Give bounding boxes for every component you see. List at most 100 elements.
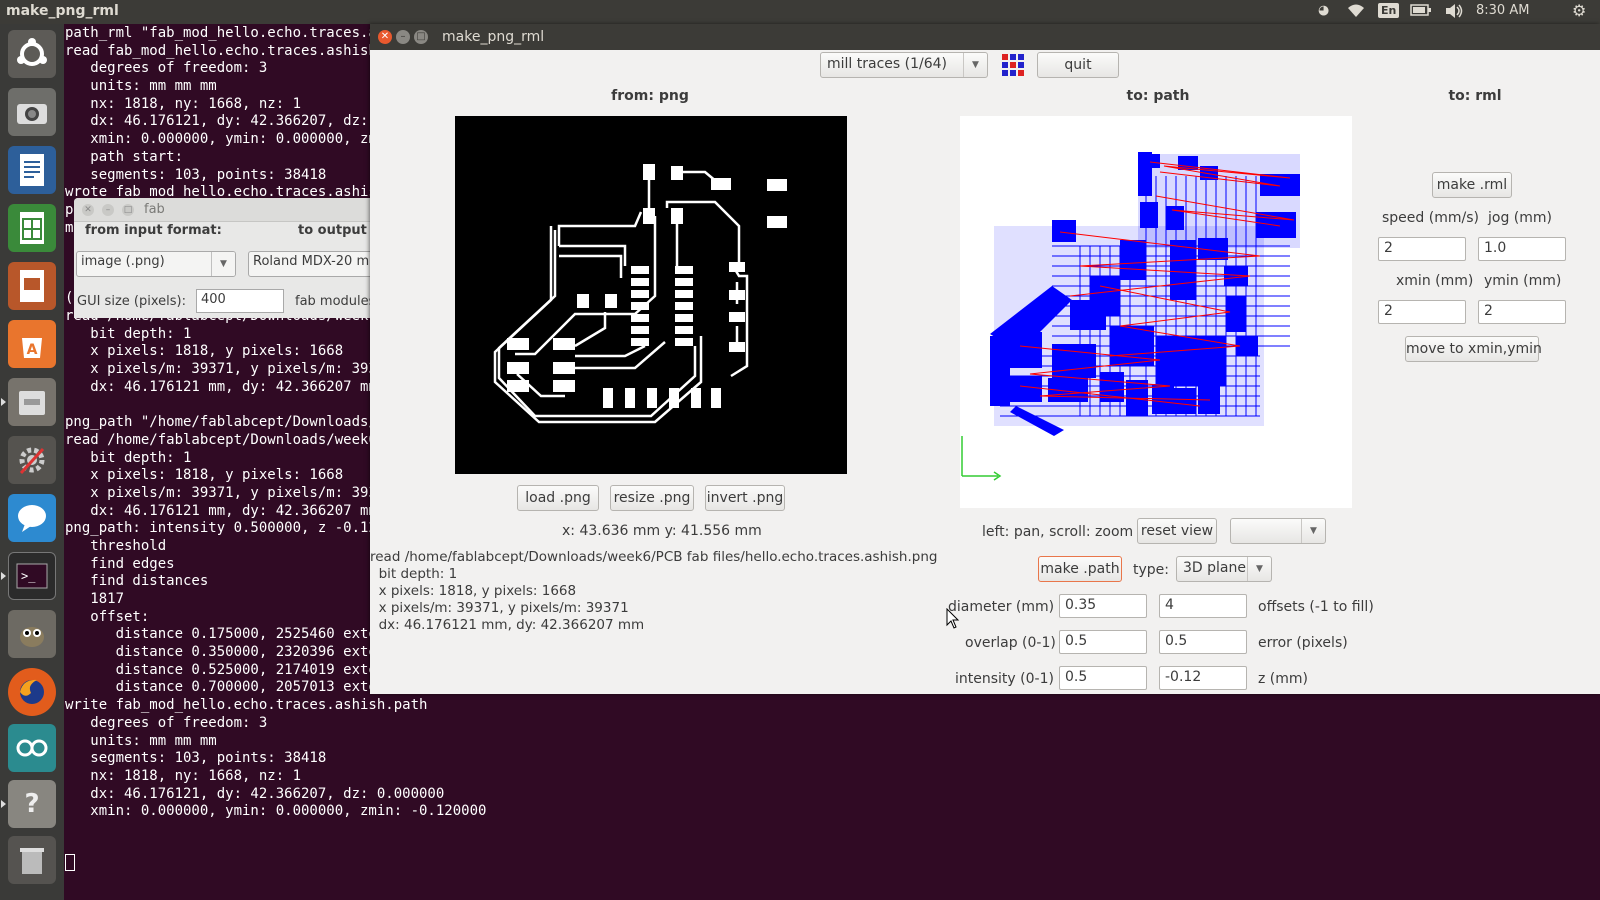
z-input[interactable]: -0.12: [1159, 666, 1247, 690]
output-format-label: to output format:: [298, 223, 374, 238]
firefox-icon[interactable]: [8, 668, 56, 716]
z-label: z (mm): [1258, 671, 1308, 687]
ubuntu-dash-icon[interactable]: [8, 30, 56, 78]
svg-text:A: A: [27, 342, 38, 358]
clock[interactable]: 8:30 AM: [1476, 3, 1529, 18]
diameter-label: diameter (mm): [948, 599, 1055, 615]
terminal-line: dx: 46.176121, dy: 42.366207, dz: 0.0000…: [65, 785, 445, 802]
maximize-icon[interactable]: □: [414, 30, 428, 44]
intensity-input[interactable]: 0.5: [1059, 666, 1147, 690]
pcb-trace-image: [493, 164, 787, 424]
main-window-title: make_png_rml: [442, 29, 545, 45]
xmin-label: xmin (mm): [1396, 273, 1474, 289]
battery-icon[interactable]: [1410, 3, 1432, 21]
chevron-down-icon: ▼: [963, 53, 987, 77]
close-icon[interactable]: ✕: [82, 204, 94, 216]
overlap-label: overlap (0-1): [965, 635, 1056, 651]
overlap-input[interactable]: 0.5: [1059, 630, 1147, 654]
running-indicator: [1, 398, 6, 406]
png-preview-canvas[interactable]: [455, 116, 847, 474]
terminal-line: units: mm mm mm: [65, 732, 217, 749]
libreoffice-calc-icon[interactable]: [8, 204, 56, 252]
input-format-label: from input format:: [85, 223, 222, 238]
error-label: error (pixels): [1258, 635, 1348, 651]
terminal-line: nx: 1818, ny: 1668, nz: 1: [65, 767, 302, 784]
make-rml-button[interactable]: make .rml: [1432, 172, 1512, 198]
type-label: type:: [1133, 562, 1169, 578]
close-icon[interactable]: ✕: [378, 30, 392, 44]
terminal-line: degrees of freedom: 3: [65, 714, 268, 731]
input-format-select[interactable]: image (.png) ▼: [76, 251, 236, 277]
top-panel: make_png_rml ◕ En 8:30 AM ⚙: [0, 0, 1600, 24]
volume-icon[interactable]: [1444, 3, 1464, 23]
chevron-down-icon: ▼: [1301, 519, 1325, 543]
trash-icon[interactable]: [8, 836, 56, 884]
camera-icon[interactable]: [8, 88, 56, 136]
speed-label: speed (mm/s): [1382, 210, 1479, 226]
sync-icon[interactable]: ◕: [1318, 3, 1329, 18]
file-info: read /home/fablabcept/Downloads/week6/PC…: [370, 549, 938, 633]
fab-modules-label: fab modules: [295, 294, 374, 309]
gear-icon[interactable]: ⚙: [1572, 1, 1586, 20]
terminal-line: xmin: 0.000000, ymin: 0.000000, zmin: -0…: [65, 803, 487, 820]
diameter-input[interactable]: 0.35: [1059, 594, 1147, 618]
libreoffice-impress-icon[interactable]: [8, 262, 56, 310]
from-png-header: from: png: [611, 88, 689, 104]
xmin-input[interactable]: 2: [1378, 300, 1466, 324]
reset-view-button[interactable]: reset view: [1137, 518, 1217, 544]
empathy-chat-icon[interactable]: [8, 494, 56, 542]
invert-png-button[interactable]: invert .png: [705, 485, 785, 511]
libreoffice-writer-icon[interactable]: [8, 146, 56, 194]
active-app-title: make_png_rml: [6, 3, 119, 19]
fab-titlebar[interactable]: ✕ – □ fab: [74, 198, 374, 222]
offsets-input[interactable]: 4: [1159, 594, 1247, 618]
main-titlebar[interactable]: ✕ – □ make_png_rml: [370, 24, 1600, 50]
error-input[interactable]: 0.5: [1159, 630, 1247, 654]
jog-label: jog (mm): [1488, 210, 1552, 226]
path-preview-canvas[interactable]: [960, 116, 1352, 508]
arduino-icon[interactable]: [8, 724, 56, 772]
jog-input[interactable]: 1.0: [1478, 237, 1566, 261]
path-type-select[interactable]: 3D plane ▼: [1176, 556, 1272, 582]
svg-text:>_: >_: [21, 569, 36, 583]
origin-axes: [961, 436, 1002, 481]
toolpath-image: [961, 152, 1300, 481]
pan-zoom-hint: left: pan, scroll: zoom: [982, 524, 1134, 540]
resize-png-button[interactable]: resize .png: [610, 485, 694, 511]
quit-button[interactable]: quit: [1037, 52, 1119, 78]
move-to-xmin-ymin-button[interactable]: move to xmin,ymin: [1405, 336, 1542, 362]
fab-window[interactable]: ✕ – □ fab from input format: to output f…: [74, 198, 374, 318]
intensity-label: intensity (0-1): [955, 671, 1054, 687]
gui-size-input[interactable]: 400: [196, 289, 284, 313]
to-path-header: to: path: [1126, 88, 1190, 104]
make-path-button[interactable]: make .path: [1038, 556, 1122, 582]
ymin-label: ymin (mm): [1484, 273, 1562, 289]
terminal-cursor: [65, 854, 75, 871]
make-png-rml-window[interactable]: ✕ – □ make_png_rml mill traces (1/64) ▼ …: [370, 24, 1600, 694]
load-png-button[interactable]: load .png: [517, 485, 599, 511]
maximize-icon[interactable]: □: [122, 204, 134, 216]
software-center-icon[interactable]: A: [8, 320, 56, 368]
gimp-icon[interactable]: [8, 610, 56, 658]
minimize-icon[interactable]: –: [102, 204, 114, 216]
running-indicator: [1, 572, 6, 580]
terminal-icon[interactable]: >_: [8, 552, 56, 600]
mouse-pointer-icon: [946, 607, 960, 634]
gui-size-label: GUI size (pixels):: [77, 294, 186, 309]
process-select[interactable]: mill traces (1/64) ▼: [820, 52, 988, 78]
speed-input[interactable]: 2: [1378, 237, 1466, 261]
terminal-line: write fab_mod_hello.echo.traces.ashish.p…: [65, 697, 428, 714]
wifi-icon[interactable]: [1346, 3, 1366, 23]
view-select[interactable]: ▼: [1230, 518, 1326, 544]
fab-window-title: fab: [144, 202, 165, 217]
system-settings-icon[interactable]: [8, 436, 56, 484]
help-icon[interactable]: ?: [8, 780, 56, 828]
files-icon[interactable]: [8, 378, 56, 426]
ymin-input[interactable]: 2: [1478, 300, 1566, 324]
keyboard-layout-indicator[interactable]: En: [1378, 3, 1400, 18]
output-format-select[interactable]: Roland MDX-20 mill (.rml): [248, 251, 374, 277]
terminal-line: segments: 103, points: 38418: [65, 750, 327, 767]
offsets-label: offsets (-1 to fill): [1258, 599, 1374, 615]
fab-logo-icon: [1000, 52, 1026, 78]
minimize-icon[interactable]: –: [396, 30, 410, 44]
